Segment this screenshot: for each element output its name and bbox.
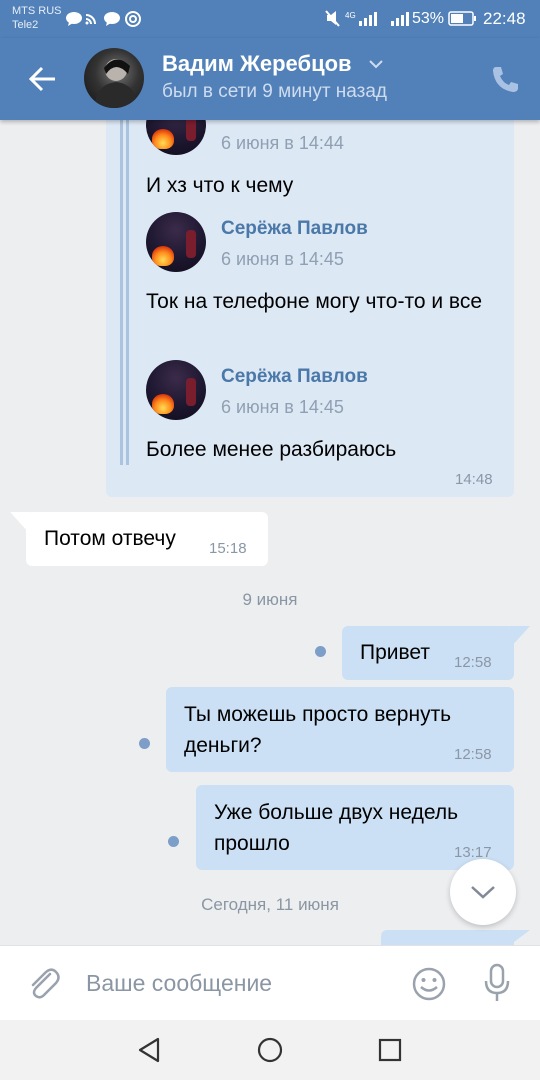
- message-input[interactable]: Ваше сообщение: [86, 970, 272, 997]
- carrier-1: MTS RUS: [12, 5, 62, 17]
- forward-line: [126, 100, 129, 465]
- unread-dot: [139, 738, 150, 749]
- message-time: 15:18: [209, 540, 247, 557]
- contact-status: был в сети 9 минут назад: [162, 81, 388, 102]
- incoming-message[interactable]: Потом отвечу 15:18: [26, 512, 268, 566]
- chevron-down-icon: [471, 886, 495, 899]
- unread-dot: [168, 836, 179, 847]
- outgoing-message[interactable]: Уже больше двух недель прошло 13:17: [196, 785, 514, 870]
- message-text: Потом отвечу: [44, 527, 176, 550]
- triangle-back-icon[interactable]: [136, 1035, 166, 1065]
- arrow-left-icon[interactable]: [28, 64, 58, 94]
- date-separator: 9 июня: [242, 590, 298, 609]
- microphone-icon[interactable]: [482, 963, 512, 1005]
- sender-name[interactable]: Серёжа Павлов: [221, 366, 368, 388]
- contact-name[interactable]: Вадим Жеребцов: [162, 51, 352, 77]
- message-time: 14:48: [455, 471, 493, 488]
- outgoing-message[interactable]: Привет 12:58: [342, 626, 514, 680]
- chevron-down-icon[interactable]: [368, 58, 384, 70]
- avatar[interactable]: [84, 48, 144, 108]
- message-composer: Ваше сообщение: [0, 945, 540, 1021]
- forward-date: 6 июня в 14:45: [221, 249, 344, 269]
- phone-icon[interactable]: [490, 64, 520, 94]
- forwarded-message-bubble[interactable]: 6 июня в 14:44 И хз что к чему Серёжа Па…: [106, 95, 514, 497]
- message-time: 12:58: [454, 654, 492, 671]
- paperclip-icon[interactable]: [26, 966, 60, 1002]
- unread-dot: [315, 646, 326, 657]
- message-text: Ток на телефоне могу что-то и все: [146, 290, 483, 313]
- navigation-bar: [0, 1020, 540, 1080]
- forward-date: 6 июня в 14:45: [221, 397, 344, 417]
- message-text: И хз что к чему: [146, 174, 294, 197]
- status-bar: MTS RUS Tele2 4G 53% 22:48: [0, 0, 540, 38]
- battery-icon: [448, 11, 476, 26]
- carrier-2: Tele2: [12, 19, 39, 31]
- battery-percent: 53%: [412, 10, 445, 27]
- sender-avatar: [146, 212, 206, 272]
- smile-icon[interactable]: [411, 966, 447, 1002]
- forward-line: [120, 100, 123, 465]
- forward-date: 6 июня в 14:44: [221, 133, 344, 153]
- square-recents-icon[interactable]: [375, 1035, 405, 1065]
- circle-home-icon[interactable]: [255, 1035, 285, 1065]
- outgoing-message[interactable]: Ты можешь просто вернуть деньги? 12:58: [166, 687, 514, 772]
- sender-avatar: [146, 360, 206, 420]
- scroll-down-button[interactable]: [450, 859, 516, 925]
- message-text: Более менее разбираюсь: [146, 438, 397, 461]
- chat-header: Вадим Жеребцов был в сети 9 минут назад: [0, 38, 540, 120]
- network-type: 4G: [345, 11, 356, 20]
- notification-icons: [66, 11, 141, 27]
- message-time: 12:58: [454, 746, 492, 763]
- clock: 22:48: [483, 9, 526, 28]
- sender-name[interactable]: Серёжа Павлов: [221, 218, 368, 240]
- message-text: Привет: [360, 641, 431, 664]
